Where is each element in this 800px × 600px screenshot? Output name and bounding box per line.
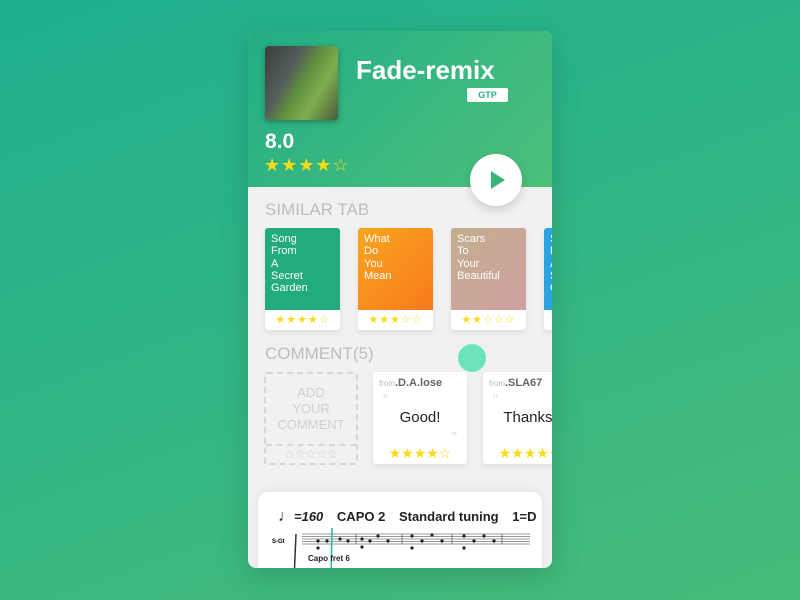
from-label: from (379, 379, 395, 388)
album-cover (265, 46, 338, 120)
tempo: ♩=160 (278, 508, 324, 525)
comment-rating: ★★★★☆ (388, 445, 452, 461)
sheet-music-preview[interactable]: ♩=160 CAPO 2 Standard tuning 1=D S-Gt Ca… (258, 492, 542, 568)
similar-tab-card[interactable]: What Do You Mean ★★★☆☆ (358, 228, 433, 330)
comment-user: .SLA67 (505, 377, 543, 389)
comment-user: .D.A.lose (395, 377, 443, 389)
capo: CAPO 2 (336, 509, 386, 524)
similar-tab-title: S F A S G (544, 228, 552, 310)
instrument-label: S-Gt (272, 539, 285, 545)
song-score: 8.0 (265, 130, 295, 153)
similar-tab-heading: SIMILAR TAB (265, 200, 370, 219)
song-title: Fade-remix (356, 55, 495, 85)
song-card: Fade-remix GTP 8.0 ★★★★☆ SIMILAR TAB Son… (248, 31, 552, 568)
sheet-info: ♩=160 CAPO 2 Standard tuning 1=D (278, 508, 546, 526)
comment-text: Good! (399, 409, 441, 426)
play-button[interactable] (470, 154, 522, 206)
similar-tab-card[interactable]: Song From A Secret Garden ★★★★☆ (265, 228, 340, 330)
similar-tab-rating: ★★★★☆ (544, 310, 552, 330)
add-comment-button[interactable]: ADD YOUR COMMENT ☆☆☆☆☆ (264, 372, 358, 465)
comment-rating: ★★★★★ (498, 445, 552, 461)
similar-tab-title: What Do You Mean (358, 228, 433, 310)
capo-annotation: Capo fret 6 (308, 554, 350, 563)
similar-tab-title: Song From A Secret Garden (265, 228, 340, 310)
similar-tab-rating: ★★☆☆☆ (461, 314, 516, 326)
add-comment-label: ADD YOUR COMMENT (266, 374, 356, 446)
quarter-note-icon: ♩ (278, 508, 294, 525)
touch-indicator (458, 344, 486, 372)
add-comment-rating[interactable]: ☆☆☆☆☆ (266, 446, 356, 463)
similar-tab-rating: ★★★☆☆ (368, 314, 423, 326)
format-badge: GTP (467, 88, 508, 102)
comment-heading: COMMENT(5) (265, 344, 374, 363)
comment-author: from.D.A.lose (379, 377, 442, 389)
comment-card[interactable]: from.SLA67 “ Thanks! ” ★★★★★ (483, 372, 552, 464)
key: 1=D (512, 509, 537, 524)
similar-tab-rating: ★★★★☆ (275, 314, 330, 326)
from-label: from (489, 379, 505, 388)
similar-tab-title: Scars To Your Beautiful (451, 228, 526, 310)
similar-tab-card[interactable]: S F A S G★★★★☆ (544, 228, 552, 330)
comment-card[interactable]: from.D.A.lose “ Good! ” ★★★★☆ (373, 372, 467, 464)
song-rating-stars: ★★★★☆ (264, 155, 350, 175)
comment-author: from.SLA67 (489, 377, 542, 389)
comment-text: Thanks! (503, 409, 552, 426)
similar-tab-card[interactable]: Scars To Your Beautiful ★★☆☆☆ (451, 228, 526, 330)
open-quote-icon: “ (493, 392, 499, 409)
tuning: Standard tuning (398, 509, 499, 524)
open-quote-icon: “ (383, 392, 389, 409)
